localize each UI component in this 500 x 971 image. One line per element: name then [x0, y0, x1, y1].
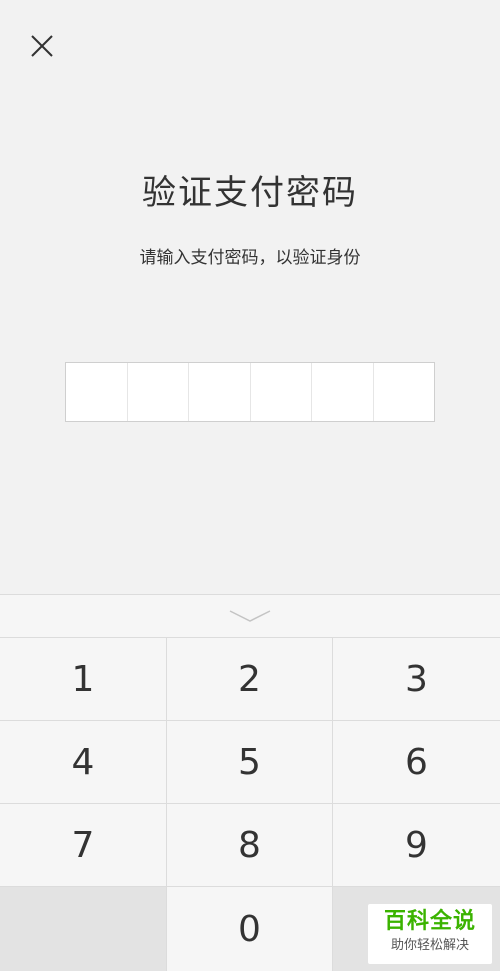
watermark-logo: 百科全说 助你轻松解决 — [368, 904, 492, 964]
pin-cell-5 — [312, 363, 374, 421]
pin-cell-4 — [250, 363, 312, 421]
pin-cell-3 — [189, 363, 251, 421]
page-title: 验证支付密码 — [142, 173, 358, 213]
keypad-collapse-button[interactable] — [0, 595, 500, 638]
key-9[interactable]: 9 — [333, 804, 500, 887]
pin-cell-6 — [373, 363, 434, 421]
close-button[interactable] — [22, 26, 62, 66]
pin-cell-2 — [127, 363, 189, 421]
key-3[interactable]: 3 — [333, 638, 500, 721]
key-1[interactable]: 1 — [0, 638, 167, 721]
pin-cell-1 — [66, 363, 128, 421]
key-0[interactable]: 0 — [167, 887, 333, 971]
key-2[interactable]: 2 — [167, 638, 333, 721]
watermark-subtitle: 助你轻松解决 — [390, 938, 469, 953]
key-5[interactable]: 5 — [167, 721, 333, 804]
key-6[interactable]: 6 — [333, 721, 500, 804]
key-8[interactable]: 8 — [167, 804, 333, 887]
chevron-down-icon — [229, 610, 271, 622]
key-4[interactable]: 4 — [0, 721, 167, 804]
key-blank — [0, 887, 167, 971]
page-subtitle: 请输入支付密码，以验证身份 — [139, 248, 361, 268]
pin-input[interactable] — [65, 362, 435, 422]
watermark-title: 百科全说 — [383, 909, 476, 934]
close-icon — [31, 35, 53, 57]
key-7[interactable]: 7 — [0, 804, 167, 887]
